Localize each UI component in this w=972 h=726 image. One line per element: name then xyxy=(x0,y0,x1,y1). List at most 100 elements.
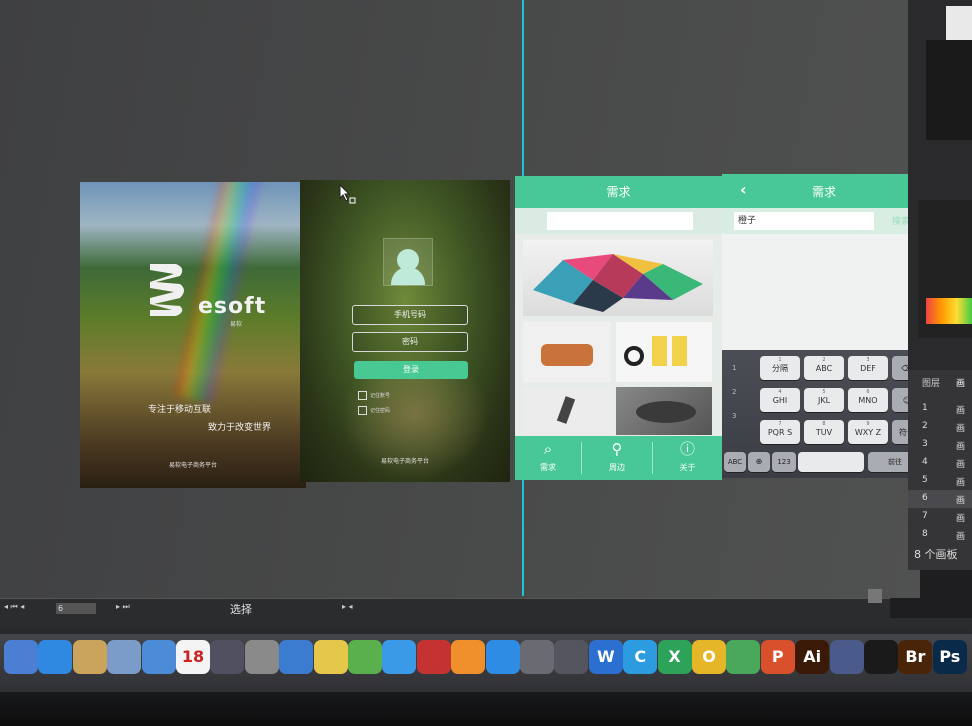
calendar-icon[interactable]: 18 xyxy=(176,640,210,674)
artboard-row-selected[interactable]: 6画 xyxy=(908,490,972,508)
key-7[interactable]: 7 PQR S xyxy=(760,420,800,444)
jumper-image[interactable] xyxy=(523,387,611,435)
banner-image[interactable] xyxy=(523,240,713,316)
row-number: 1 xyxy=(922,403,928,413)
artboard-count: 8 个画板 xyxy=(914,548,958,561)
photo-app-icon[interactable] xyxy=(416,640,451,674)
mac-dock: 18 W C X O P Ai Br Ps xyxy=(0,618,972,726)
finder-icon[interactable] xyxy=(4,640,38,674)
artboards-panel: 图层 画 1画 2画 3画 4画 5画 6画 7画 8画 8 个画板 xyxy=(908,370,972,570)
people-image[interactable] xyxy=(616,322,712,382)
preview-icon[interactable] xyxy=(107,640,142,674)
car-shape xyxy=(636,401,696,423)
artboard-login[interactable]: 手机号码 密码 登录 记住账号 记住密码 易软电子商务平台 xyxy=(300,180,510,482)
row-number: 7 xyxy=(922,511,928,521)
password-input[interactable]: 密码 xyxy=(352,332,468,352)
image-capture-icon[interactable] xyxy=(520,640,554,674)
tab-demand[interactable]: ⌕ 需求 xyxy=(515,436,581,480)
row-number: 2 xyxy=(922,421,928,431)
artboard-row[interactable]: 1画 xyxy=(908,400,972,418)
key-5[interactable]: 5 JKL xyxy=(804,388,844,412)
contacts-icon[interactable] xyxy=(72,640,107,674)
sofa-image[interactable] xyxy=(523,322,611,382)
keynote-icon[interactable] xyxy=(279,640,314,674)
tab-demand-label: 需求 xyxy=(540,463,556,472)
green-app-icon[interactable] xyxy=(726,640,761,674)
photo-booth-icon[interactable] xyxy=(210,640,245,674)
login-footer: 易软电子商务平台 xyxy=(380,458,429,465)
artboard-home[interactable]: 需求 ⌕ 需求 ⚲ 周边 ⓘ 关于 xyxy=(515,176,722,480)
system-preferences-icon[interactable] xyxy=(244,640,279,674)
home-header-title: 需求 xyxy=(515,176,722,208)
notes-icon[interactable] xyxy=(313,640,348,674)
artboard-row[interactable]: 4画 xyxy=(908,454,972,472)
mail-icon[interactable] xyxy=(141,640,176,674)
powerpoint-icon[interactable]: P xyxy=(760,640,795,674)
panel-tab-layers[interactable]: 图层 xyxy=(922,376,940,389)
search-header-title: 需求 xyxy=(811,185,836,199)
artboard-row[interactable]: 8画 xyxy=(908,526,972,544)
key-4[interactable]: 4 GHI xyxy=(760,388,800,412)
login-button[interactable]: 登录 xyxy=(354,361,468,379)
remember-password-checkbox[interactable] xyxy=(358,406,367,415)
artboard-nav-prev[interactable]: ◂ ⏮ ◂ xyxy=(4,602,24,612)
key-9[interactable]: 9 WXY Z xyxy=(848,420,888,444)
key-number: 3 xyxy=(866,357,870,363)
key-3[interactable]: 3 DEF xyxy=(848,356,888,380)
artboard-number-field[interactable]: 6 xyxy=(56,603,96,614)
safari-icon[interactable] xyxy=(38,640,73,674)
globe-key[interactable]: ⊕ xyxy=(748,452,770,472)
color-gradient-bar[interactable] xyxy=(926,298,972,324)
word-icon[interactable]: W xyxy=(588,640,623,674)
search-input[interactable]: 橙子 xyxy=(734,212,874,230)
screen-tool-icon[interactable] xyxy=(554,640,589,674)
key-6[interactable]: 6 MNO xyxy=(848,388,888,412)
numeric-key[interactable]: 123 xyxy=(772,452,796,472)
key-8[interactable]: 8 TUV xyxy=(804,420,844,444)
photo-viewer-icon[interactable] xyxy=(829,640,864,674)
artboard-nav-next[interactable]: ▸ ⏭ xyxy=(116,602,130,612)
artboard-splash[interactable]: esoft 易软 专注于移动互联 致力于改变世界 易软电子商务平台 xyxy=(80,182,306,488)
artboard-row[interactable]: 7画 xyxy=(908,508,972,526)
search-icon: ⌕ xyxy=(543,440,553,458)
artboard-search[interactable]: ‹ 需求 橙子 搜索 1 2 3 1 分隔 2 ABC 3 DEF ⌫ 4 GHI 5J… xyxy=(722,174,926,478)
space-key[interactable] xyxy=(798,452,864,472)
artboard-row[interactable]: 3画 xyxy=(908,436,972,454)
qq-browser-icon[interactable]: C xyxy=(623,640,658,674)
scroll-thumb[interactable] xyxy=(868,589,882,603)
qq-icon[interactable] xyxy=(864,640,898,674)
phone-input[interactable]: 手机号码 xyxy=(352,305,468,325)
bridge-icon[interactable]: Br xyxy=(898,640,933,674)
key-number: 8 xyxy=(822,421,826,427)
app-store-icon[interactable] xyxy=(485,640,520,674)
abc-key[interactable]: ABC xyxy=(724,452,746,472)
home-search-input[interactable] xyxy=(547,212,693,230)
artboard-row[interactable]: 5画 xyxy=(908,472,972,490)
panel-tab-artboards[interactable]: 画 xyxy=(956,376,965,389)
remember-password-label: 记住密码 xyxy=(370,408,391,414)
tab-nearby[interactable]: ⚲ 周边 xyxy=(582,436,652,480)
status-bar: ◂ ⏮ ◂ 6 ▸ ⏭ 选择 ▸ ◂ xyxy=(0,589,890,619)
artboard-row[interactable]: 2画 xyxy=(908,418,972,436)
illustrator-icon[interactable]: Ai xyxy=(795,640,830,674)
tab-about[interactable]: ⓘ 关于 xyxy=(653,436,722,480)
o-app-icon[interactable]: O xyxy=(692,640,726,674)
car-image[interactable] xyxy=(616,387,712,435)
scroll-arrows[interactable]: ▸ ◂ xyxy=(342,602,353,611)
artboard-canvas[interactable]: esoft 易软 专注于移动互联 致力于改变世界 易软电子商务平台 手机号码 密… xyxy=(0,0,926,598)
avatar-body xyxy=(391,267,425,285)
row-name: 画 xyxy=(956,532,966,542)
help-icon: ⓘ xyxy=(679,440,695,458)
globe-icon: ⊕ xyxy=(755,457,763,466)
key-number: 1 xyxy=(778,357,782,363)
key-number: 9 xyxy=(866,421,870,427)
key-1[interactable]: 1 分隔 xyxy=(760,356,800,380)
numbers-icon[interactable] xyxy=(348,640,382,674)
key-2[interactable]: 2 ABC xyxy=(804,356,844,380)
itunes-icon[interactable] xyxy=(382,640,417,674)
photoshop-icon[interactable]: Ps xyxy=(932,640,967,674)
esoft-logo-icon xyxy=(150,264,184,316)
remember-account-checkbox[interactable] xyxy=(358,391,367,400)
ibooks-icon[interactable] xyxy=(451,640,486,674)
excel-icon[interactable]: X xyxy=(657,640,692,674)
